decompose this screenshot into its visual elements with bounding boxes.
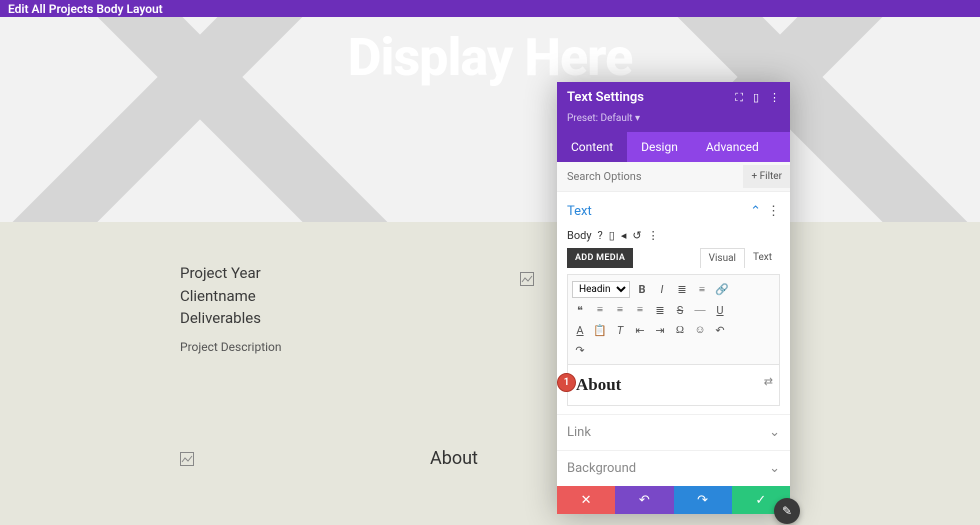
filter-button[interactable]: + Filter [743,165,790,188]
help-icon[interactable]: ? [598,229,603,242]
undo-icon[interactable]: ↶ [712,322,728,338]
tab-content[interactable]: Content [557,132,627,162]
top-bar-title: Edit All Projects Body Layout [8,2,163,16]
chevron-down-icon: ▾ [635,113,640,124]
chevron-up-icon[interactable]: ⌃ [750,204,761,219]
editor-area[interactable]: 1 About ⇄ [567,365,780,406]
editor-toolbar: Heading 2 B I ≣ ≡ 🔗 ❝ ≡ ≡ ≡ ≣ S — U A 📋 … [567,274,780,365]
hero-area: Display Here [0,17,980,222]
clear-format-icon[interactable]: T [612,322,628,338]
align-right-icon[interactable]: ≡ [632,302,648,318]
page-content: Project Year Clientname Deliverables Pro… [0,222,980,502]
device-icon[interactable]: ▯ [609,229,615,242]
panel-header[interactable]: Text Settings ⛶ ▯ ⋮ Preset: Default ▾ Co… [557,82,790,162]
broken-image-icon [180,452,194,466]
redo-button[interactable]: ↷ [674,486,732,514]
numbered-list-icon[interactable]: ≡ [694,282,710,298]
expand-icon[interactable]: ⛶ [735,91,743,105]
editor-heading[interactable]: About [576,375,771,395]
search-row: + Filter [557,162,790,192]
search-input[interactable] [557,162,743,191]
body-field-row: Body ? ▯ ◂ ↺ ⋮ [567,229,780,242]
step-marker: 1 [557,373,576,392]
chevron-down-icon: ⌄ [769,425,780,440]
text-section-header[interactable]: Text ⌃ ⋮ [567,200,780,223]
indent-icon[interactable]: ⇥ [652,322,668,338]
italic-icon[interactable]: I [654,282,670,298]
editor-mode-tabs: Visual Text [700,248,780,268]
align-left-icon[interactable]: ≡ [592,302,608,318]
edit-fab-icon[interactable]: ✎ [774,498,800,524]
background-section-label: Background [567,461,636,476]
panel-footer: ✕ ↶ ↷ ✓ [557,486,790,514]
hr-icon[interactable]: — [692,302,708,318]
top-bar: Edit All Projects Body Layout [0,0,980,17]
broken-image-icon [520,272,534,286]
tab-design[interactable]: Design [627,132,692,162]
dynamic-content-icon[interactable]: ⇄ [764,375,773,388]
quote-icon[interactable]: ❝ [572,302,588,318]
undo-button[interactable]: ↶ [615,486,673,514]
panel-tabs: Content Design Advanced [557,132,790,162]
format-select[interactable]: Heading 2 [572,281,630,298]
text-tab[interactable]: Text [745,248,780,268]
text-section: Text ⌃ ⋮ Body ? ▯ ◂ ↺ ⋮ ADD MEDIA Visual… [557,192,790,414]
link-section[interactable]: Link ⌄ [557,414,790,450]
chevron-down-icon: ⌄ [769,461,780,476]
strikethrough-icon[interactable]: S [672,302,688,318]
panel-title: Text Settings [567,90,644,105]
tab-advanced[interactable]: Advanced [692,132,773,162]
section-title: Text [567,204,592,219]
link-section-label: Link [567,425,591,440]
underline-icon[interactable]: U [712,302,728,318]
visual-tab[interactable]: Visual [700,248,745,268]
body-label: Body [567,229,592,242]
link-icon[interactable]: 🔗 [714,282,730,298]
tablet-icon[interactable]: ▯ [753,91,759,104]
align-justify-icon[interactable]: ≣ [652,302,668,318]
special-char-icon[interactable]: Ω [672,322,688,338]
hover-icon[interactable]: ◂ [621,229,627,242]
add-media-button[interactable]: ADD MEDIA [567,248,633,268]
bullet-list-icon[interactable]: ≣ [674,282,690,298]
outdent-icon[interactable]: ⇤ [632,322,648,338]
cancel-button[interactable]: ✕ [557,486,615,514]
kebab-icon[interactable]: ⋮ [767,204,780,219]
about-heading-bg: About [430,448,478,469]
text-settings-panel: Text Settings ⛶ ▯ ⋮ Preset: Default ▾ Co… [557,82,790,514]
kebab-icon[interactable]: ⋮ [769,91,780,104]
redo-icon[interactable]: ↷ [572,342,588,358]
kebab-icon[interactable]: ⋮ [648,229,659,242]
background-section[interactable]: Background ⌄ [557,450,790,486]
bold-icon[interactable]: B [634,282,650,298]
hero-title: Display Here [348,27,633,88]
preset-label[interactable]: Preset: Default ▾ [557,113,790,132]
text-color-icon[interactable]: A [572,322,588,338]
reset-icon[interactable]: ↺ [632,229,641,242]
emoji-icon[interactable]: ☺ [692,322,708,338]
paste-icon[interactable]: 📋 [592,322,608,338]
align-center-icon[interactable]: ≡ [612,302,628,318]
